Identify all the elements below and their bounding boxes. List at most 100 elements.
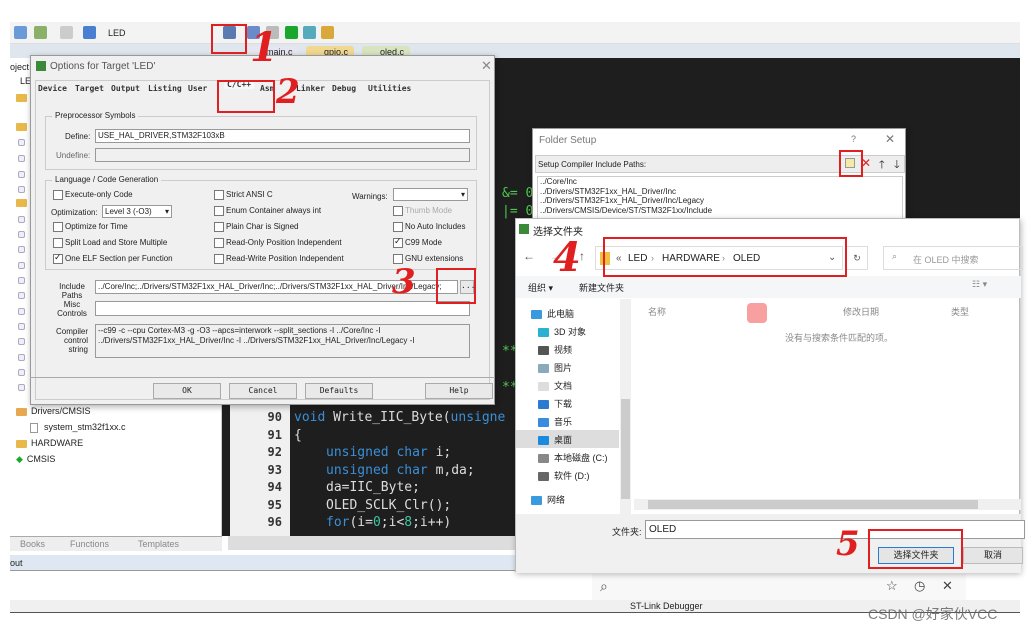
star-icon[interactable]: ☆	[886, 578, 898, 594]
clock-icon[interactable]: ◷	[914, 578, 925, 594]
close-icon[interactable]: ✕	[885, 132, 895, 146]
include-path-list[interactable]: ../Core/Inc ../Drivers/STM32F1xx_HAL_Dri…	[537, 176, 903, 222]
tree-item-system-file[interactable]: system_stm32f1xx.c	[30, 422, 126, 433]
strict-ansi-checkbox[interactable]: Strict ANSI C	[214, 190, 273, 200]
rw-pos-checkbox[interactable]: Read-Write Position Independent	[214, 254, 344, 264]
annotation-label: 5	[836, 524, 860, 564]
nav-item[interactable]: 视频	[538, 343, 572, 356]
folder-name-input[interactable]: OLED	[645, 520, 1025, 539]
folder-icon	[16, 198, 27, 207]
plain-char-checkbox[interactable]: Plain Char is Signed	[214, 222, 298, 232]
undefine-input[interactable]	[95, 148, 470, 162]
optimize-time-checkbox[interactable]: Optimize for Time	[53, 222, 128, 232]
column-name[interactable]: 名称	[648, 305, 666, 318]
tab-templates[interactable]: Templates	[138, 539, 179, 549]
diamond-icon: ◆	[16, 454, 23, 464]
nav-item[interactable]: 3D 对象	[538, 325, 586, 338]
annotation-box	[436, 268, 476, 304]
code-line: unsigned char m,da;	[326, 463, 475, 478]
list-item: ../Drivers/STM32F1xx_HAL_Driver/Inc/Lega…	[540, 196, 705, 205]
nav-item[interactable]: 此电脑	[531, 307, 574, 320]
search-icon: ⌕	[892, 251, 898, 261]
pack-icon[interactable]	[285, 26, 298, 39]
nav-item[interactable]: 图片	[538, 361, 572, 374]
list-item: ../Core/Inc	[540, 177, 577, 186]
tree-item-hardware[interactable]: HARDWARE	[16, 438, 83, 448]
new-folder-button[interactable]: 新建文件夹	[579, 281, 624, 294]
nav-scrollbar[interactable]	[620, 299, 631, 514]
folder-icon	[16, 122, 27, 131]
defaults-button[interactable]: Defaults	[305, 383, 373, 399]
refresh-icon[interactable]: ↻	[846, 246, 868, 270]
move-up-icon[interactable]: 🡑	[879, 156, 885, 175]
move-down-icon[interactable]: 🡓	[894, 156, 900, 175]
help-button[interactable]: Help	[425, 383, 493, 399]
annotation-box	[603, 237, 847, 277]
list-item: ../Drivers/CMSIS/Device/ST/STM32F1xx/Inc…	[540, 205, 713, 215]
nav-item[interactable]: 软件 (D:)	[538, 469, 590, 482]
warnings-select[interactable]: ▾	[393, 188, 468, 201]
no-auto-includes-checkbox[interactable]: No Auto Includes	[393, 222, 465, 232]
annotation-label: 3	[392, 262, 416, 302]
tab-debug[interactable]: Debug	[332, 84, 356, 93]
cancel-button[interactable]: 取消	[963, 547, 1023, 564]
rebuild-icon[interactable]	[34, 26, 47, 39]
ro-pos-checkbox[interactable]: Read-Only Position Independent	[214, 238, 342, 248]
enum-int-checkbox[interactable]: Enum Container always int	[214, 206, 321, 216]
rte-icon[interactable]	[303, 26, 316, 39]
tab-user[interactable]: User	[188, 84, 207, 93]
ok-button[interactable]: OK	[153, 383, 221, 399]
nav-item[interactable]: 网络	[531, 493, 565, 506]
floating-toolbar: ⌕ ☆ ◷ ✕	[592, 574, 966, 600]
back-icon[interactable]: ←	[523, 249, 535, 263]
split-load-checkbox[interactable]: Split Load and Store Multiple	[53, 238, 167, 248]
nav-item[interactable]: 文档	[538, 379, 572, 392]
one-elf-checkbox[interactable]: One ELF Section per Function	[53, 252, 173, 264]
optimization-select[interactable]: Level 3 (-O3) ▾	[102, 205, 172, 218]
download-icon[interactable]	[83, 26, 96, 39]
dropdown-arrow-icon: ▾	[164, 207, 169, 216]
annotation-label: 4	[553, 234, 581, 281]
close-icon[interactable]: ✕	[481, 58, 492, 74]
annotation-box	[217, 80, 275, 113]
nav-item[interactable]: 本地磁盘 (C:)	[538, 451, 608, 464]
tab-target[interactable]: Target	[75, 84, 104, 93]
editor-hscrollbar[interactable]	[228, 536, 520, 550]
nav-pane: 此电脑 3D 对象 视频 图片 文档 下载 音乐 桌面 本地磁盘 (C:) 软件…	[516, 299, 631, 514]
annotation-label: 2	[276, 72, 300, 112]
execute-only-checkbox[interactable]: Execute-only Code	[53, 190, 133, 200]
tree-item-cmsis[interactable]: ◆ CMSIS	[16, 454, 55, 465]
define-input[interactable]: USE_HAL_DRIVER,STM32F103xB	[95, 129, 470, 143]
tab-listing[interactable]: Listing	[148, 84, 182, 93]
compiler-string: --c99 -c --cpu Cortex-M3 -g -O3 --apcs=i…	[95, 324, 470, 358]
tab-books[interactable]: Books	[20, 539, 45, 549]
tab-utilities[interactable]: Utilities	[368, 84, 411, 93]
nav-item[interactable]: 下载	[538, 397, 572, 410]
annotation-box	[839, 150, 863, 177]
misc-controls-input[interactable]	[95, 301, 470, 316]
tab-device[interactable]: Device	[38, 84, 67, 93]
tree-item-drivers-cmsis[interactable]: Drivers/CMSIS	[16, 406, 91, 416]
content-hscrollbar[interactable]	[634, 499, 1021, 510]
project-bottom-tabs: Books Functions Templates	[10, 536, 222, 551]
batch-icon[interactable]	[60, 26, 73, 39]
help-icon[interactable]: ?	[851, 134, 856, 144]
dialog-title: Options for Target 'LED'	[50, 61, 156, 72]
c99-checkbox[interactable]: C99 Mode	[393, 236, 442, 248]
tab-linker[interactable]: Linker	[296, 84, 325, 93]
organize-menu[interactable]: 组织 ▾	[528, 281, 553, 294]
nav-item[interactable]: 桌面	[538, 433, 572, 446]
tools-icon[interactable]: ✕	[942, 578, 953, 594]
column-type[interactable]: 类型	[951, 305, 969, 318]
view-options-icon[interactable]: ☷ ▾	[972, 279, 987, 290]
components-icon[interactable]	[321, 26, 334, 39]
build-icon[interactable]	[14, 26, 27, 39]
search-icon[interactable]: ⌕	[600, 578, 608, 595]
nav-item[interactable]: 音乐	[538, 415, 572, 428]
cancel-button[interactable]: Cancel	[229, 383, 297, 399]
target-select[interactable]: LED	[108, 28, 126, 38]
column-date[interactable]: 修改日期	[843, 305, 879, 318]
tab-functions[interactable]: Functions	[70, 539, 109, 549]
tab-output[interactable]: Output	[111, 84, 140, 93]
search-input[interactable]: ⌕ 在 OLED 中搜索	[883, 246, 1023, 270]
